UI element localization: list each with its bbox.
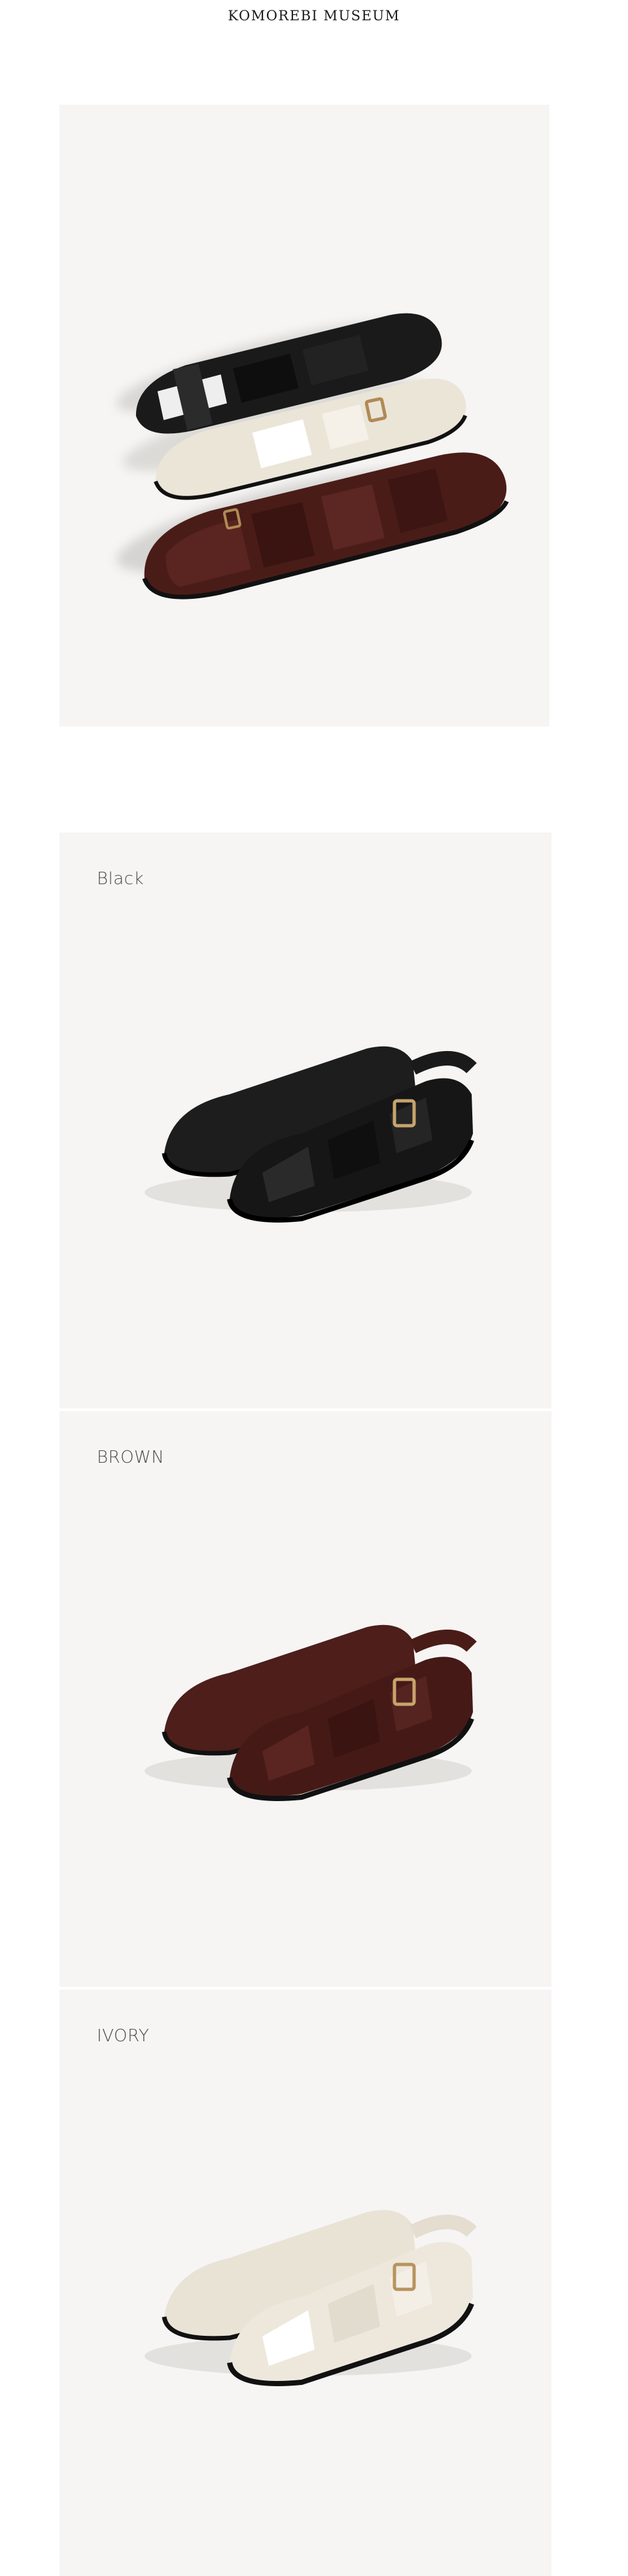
variant-panel-brown[interactable]: BROWN <box>60 1411 551 1987</box>
ivory-sandal-pair <box>145 2209 477 2386</box>
brand-logo[interactable]: KOMOREBI MUSEUM <box>0 8 628 24</box>
variant-panel-black[interactable]: Black <box>60 832 551 1408</box>
brown-sandal-pair <box>145 1624 477 1801</box>
variant-panel-ivory[interactable]: IVORY <box>60 1990 551 2576</box>
black-sandal-pair <box>145 1046 477 1223</box>
hero-product-image <box>60 105 550 726</box>
